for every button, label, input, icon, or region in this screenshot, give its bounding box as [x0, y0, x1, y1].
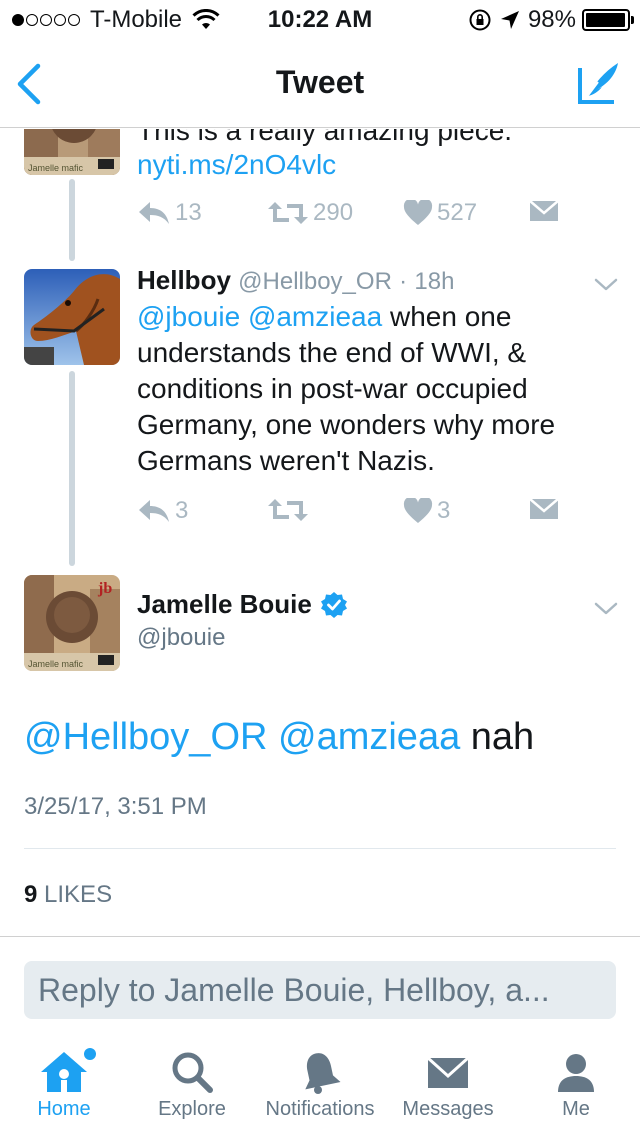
reply-button[interactable]: 3: [137, 497, 188, 525]
like-button[interactable]: 3: [403, 497, 450, 525]
meta-separator: ·: [399, 268, 408, 295]
search-icon: [172, 1052, 213, 1093]
envelope-icon: [529, 498, 559, 519]
tab-bar: Home Explore Notifications Messages Me: [0, 1036, 640, 1136]
reply-input[interactable]: Reply to Jamelle Bouie, Hellboy, a...: [24, 961, 616, 1019]
status-right: 98%: [468, 6, 634, 34]
envelope-icon: [426, 1056, 470, 1088]
tweet-link[interactable]: nyti.ms/2nO4vlc: [137, 149, 336, 180]
author-name[interactable]: Jamelle Bouie: [137, 589, 312, 620]
tab-label: Explore: [158, 1098, 226, 1120]
tweet-text-line: Germany, one wonders why more: [137, 409, 556, 440]
tweet-text-line: understands the end of WWI, &: [137, 337, 527, 368]
tab-label: Me: [562, 1098, 590, 1120]
person-icon: [558, 1054, 594, 1092]
tweet-timestamp: 3/25/17, 3:51 PM: [24, 793, 207, 820]
envelope-icon: [529, 200, 559, 221]
thread-connector: [69, 371, 75, 566]
avatar[interactable]: Jamelle mafic: [24, 129, 120, 175]
battery-percent: 98%: [527, 6, 576, 33]
verified-badge-icon: [320, 591, 347, 618]
retweet-icon: [268, 499, 308, 521]
direct-message-button[interactable]: [529, 199, 563, 223]
chevron-down-icon[interactable]: [594, 277, 618, 293]
tab-home[interactable]: Home: [0, 1048, 128, 1121]
reply-button[interactable]: 13: [137, 199, 202, 227]
tab-label: Messages: [402, 1098, 494, 1120]
divider: [24, 848, 616, 849]
reply-icon: [139, 500, 169, 522]
tweet-text: @jbouie @amzieaa when one understands th…: [137, 299, 607, 479]
avatar-badge: jb: [97, 580, 112, 597]
nav-bar: Tweet: [0, 40, 640, 128]
tweet-text: This is a really amazing piece.: [137, 129, 607, 149]
tweet-text-partial: This is a really amazing piece.: [137, 129, 513, 146]
author-handle[interactable]: @Hellboy_OR: [238, 268, 392, 295]
direct-message-button[interactable]: [529, 497, 563, 521]
bell-icon: [305, 1053, 341, 1094]
unread-dot: [84, 1048, 96, 1060]
retweet-count: 290: [313, 199, 354, 226]
avatar-caption: Jamelle mafic: [28, 659, 84, 669]
mention-link[interactable]: @amzieaa: [278, 716, 460, 758]
tab-label: Notifications: [265, 1098, 375, 1120]
page-title: Tweet: [275, 64, 365, 100]
tab-explore[interactable]: Explore: [128, 1050, 256, 1121]
tab-notifications[interactable]: Notifications: [256, 1050, 384, 1121]
like-button[interactable]: 527: [403, 199, 477, 227]
avatar[interactable]: jb Jamelle mafic: [24, 575, 120, 671]
retweet-icon: [268, 202, 308, 224]
chevron-down-icon[interactable]: [594, 601, 618, 617]
like-count: 3: [437, 497, 451, 524]
avatar-caption: Jamelle mafic: [28, 163, 84, 173]
status-bar: T-Mobile 10:22 AM 98%: [0, 0, 640, 40]
heart-icon: [403, 498, 433, 523]
author-handle[interactable]: @jbouie: [137, 624, 225, 652]
tab-me[interactable]: Me: [512, 1050, 640, 1121]
likes-label: LIKES: [44, 881, 113, 908]
thread-connector: [69, 179, 75, 261]
mention-link[interactable]: @Hellboy_OR: [24, 716, 267, 758]
compose-quill-icon[interactable]: [576, 60, 622, 106]
author-name-row: Jamelle Bouie: [137, 589, 348, 620]
tweet-text-line: Germans weren't Nazis.: [137, 445, 435, 476]
tweet-text: @Hellboy_OR @amzieaa nah: [24, 714, 624, 760]
tweet-age: 18h: [414, 268, 455, 295]
location-arrow-icon: [500, 11, 519, 29]
home-icon: [41, 1052, 87, 1092]
tweet-thread[interactable]: Jamelle mafic This is a really amazing p…: [0, 129, 640, 936]
reply-count: 13: [175, 199, 202, 226]
tweet-text-rest: nah: [460, 716, 535, 758]
battery-icon: [582, 9, 634, 31]
tab-messages[interactable]: Messages: [384, 1050, 512, 1121]
reply-count: 3: [175, 497, 189, 524]
tweet-link-row: nyti.ms/2nO4vlc: [137, 147, 607, 183]
retweet-button[interactable]: [267, 497, 313, 523]
heart-icon: [403, 200, 433, 225]
reply-icon: [139, 202, 169, 224]
likes-summary[interactable]: 9 LIKES: [24, 881, 112, 909]
tweet-meta: Hellboy @Hellboy_OR · 18h: [137, 265, 454, 296]
likes-count: 9: [24, 881, 38, 908]
reply-bar: Reply to Jamelle Bouie, Hellboy, a...: [0, 936, 640, 1036]
tweet-actions: 13 290 527: [137, 199, 577, 239]
rotation-lock-icon: [469, 9, 491, 31]
retweet-button[interactable]: 290: [267, 199, 353, 227]
mention-link[interactable]: @amzieaa: [248, 301, 382, 332]
tweet-text-line: when one: [382, 301, 512, 332]
tweet-text-line: conditions in post-war occupied: [137, 373, 528, 404]
avatar[interactable]: [24, 269, 120, 365]
battery-fill: [586, 13, 626, 27]
author-name[interactable]: Hellboy: [137, 265, 231, 295]
tab-label: Home: [37, 1098, 91, 1120]
mention-link[interactable]: @jbouie: [137, 301, 240, 332]
like-count: 527: [437, 199, 478, 226]
tweet-actions: 3 3: [137, 497, 577, 537]
